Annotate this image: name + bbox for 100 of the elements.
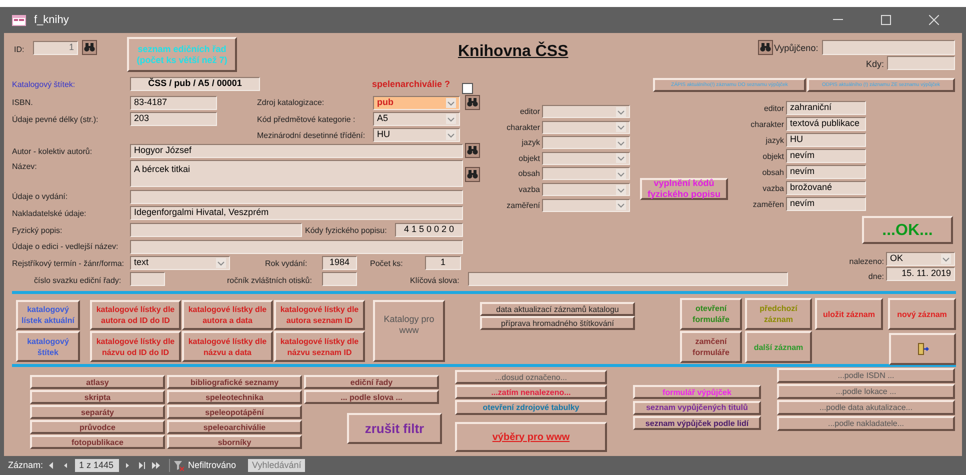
text-field[interactable]: Idegenforgalmi Hivatal, Veszprém: [130, 206, 463, 220]
button[interactable]: data aktualizací záznamů katalogu: [480, 302, 635, 316]
last-record-icon[interactable]: [137, 460, 148, 472]
button[interactable]: seznam vypůjčených titulů: [633, 400, 761, 414]
button[interactable]: sborníky: [167, 435, 302, 449]
button[interactable]: bibliografické seznamy: [167, 375, 302, 389]
combo-box[interactable]: OK: [886, 252, 955, 266]
button[interactable]: Katalogy pro www: [373, 300, 445, 362]
field-label: vazba: [762, 183, 784, 194]
combo-box[interactable]: [542, 120, 630, 134]
combo-box[interactable]: [542, 136, 630, 150]
text-field[interactable]: zahraniční: [786, 101, 866, 115]
field-label: Údaje o edici - vedlejší název:: [12, 241, 118, 252]
catalog-label-field[interactable]: ČSS / pub / A5 / 00001: [130, 77, 260, 91]
button[interactable]: ...podle ISDN ...: [777, 368, 955, 383]
button[interactable]: speleopotápění: [167, 405, 302, 419]
button[interactable]: speleoarchiválie: [167, 420, 302, 434]
text-field[interactable]: [822, 40, 955, 55]
button[interactable]: příprava hromadného štítkování: [480, 316, 635, 330]
text-field[interactable]: nevím: [786, 197, 866, 211]
text-field[interactable]: [130, 272, 165, 286]
exit-button[interactable]: [889, 333, 956, 365]
binoculars-icon[interactable]: [465, 143, 480, 158]
text-field[interactable]: 1: [425, 256, 461, 270]
new-record-icon[interactable]: [151, 460, 162, 472]
text-field[interactable]: [130, 223, 302, 237]
text-field[interactable]: HU: [786, 133, 866, 147]
id-field[interactable]: 1: [33, 41, 78, 55]
button[interactable]: katalogové lístky dle názvu od ID do ID: [90, 331, 181, 362]
button[interactable]: ...podle nakladatele...: [777, 416, 955, 431]
button[interactable]: separáty: [30, 405, 165, 419]
combo-box[interactable]: [542, 105, 630, 118]
field-label: charakter: [506, 122, 540, 133]
search-field[interactable]: Vyhledávání: [248, 459, 306, 472]
combo-box[interactable]: A5: [373, 112, 460, 126]
button[interactable]: ...dosud označeno...: [455, 370, 607, 384]
door-icon: [916, 342, 928, 356]
text-field[interactable]: [322, 272, 357, 286]
binoculars-icon[interactable]: [82, 40, 97, 55]
field-label: nalezeno:: [849, 256, 884, 267]
field-label: Rejstříkový termín - žánr/forma:: [12, 258, 124, 269]
button[interactable]: zamčení formuláře: [680, 331, 742, 363]
combo-box[interactable]: text: [130, 256, 230, 270]
text-field[interactable]: [887, 56, 955, 70]
combo-box[interactable]: HU: [373, 128, 460, 142]
button[interactable]: katalogové lístky dle autora a data: [182, 300, 273, 330]
binoculars-icon[interactable]: [758, 40, 773, 55]
button[interactable]: speleotechnika: [167, 390, 302, 404]
record-label: Záznam:: [8, 458, 44, 472]
text-field[interactable]: [130, 190, 463, 204]
binoculars-icon[interactable]: [465, 95, 480, 110]
button[interactable]: výběry pro www: [455, 422, 607, 452]
text-field[interactable]: nevím: [786, 165, 866, 179]
button[interactable]: nový záznam: [888, 298, 956, 330]
text-field[interactable]: [468, 272, 788, 286]
button[interactable]: ...podle data akutalizace...: [777, 400, 955, 415]
binoculars-icon[interactable]: [465, 167, 480, 182]
combo-box[interactable]: [542, 198, 630, 212]
field-label: zaměření: [506, 200, 540, 211]
combo-box[interactable]: [542, 167, 630, 180]
button[interactable]: ...podle lokace ...: [777, 384, 955, 399]
checkbox[interactable]: [462, 83, 473, 94]
text-field[interactable]: nevím: [786, 149, 866, 163]
text-field[interactable]: Hogyor József: [130, 144, 463, 158]
button[interactable]: katalogové lístky dle autora od ID do ID: [90, 300, 181, 330]
form-icon: [12, 14, 26, 26]
button[interactable]: seznam výpůjček podle lidí: [633, 416, 761, 430]
button[interactable]: ...zatím nenalezeno...: [455, 385, 607, 399]
button[interactable]: katalogové lístky dle názvu a data: [182, 331, 273, 362]
button[interactable]: zrušit filtr: [347, 413, 442, 444]
button[interactable]: katalogové lístky dle autora seznam ID: [274, 300, 365, 330]
field-label: dne:: [868, 271, 884, 282]
button[interactable]: ediční řady: [304, 375, 439, 389]
text-field[interactable]: [130, 240, 463, 254]
button[interactable]: katalogový štítek: [16, 331, 80, 362]
text-field[interactable]: 203: [130, 112, 217, 126]
button[interactable]: průvodce: [30, 420, 165, 434]
field-label: zaměřen: [752, 199, 784, 210]
text-field[interactable]: brožované: [786, 181, 866, 195]
button[interactable]: katalogové lístky dle názvu seznam ID: [274, 331, 365, 362]
combo-box[interactable]: [542, 152, 630, 165]
button[interactable]: uložit záznam: [815, 298, 883, 330]
button[interactable]: katalogový lístek aktuální: [16, 300, 80, 330]
text-field[interactable]: 1984: [322, 256, 357, 270]
button[interactable]: otevření zdrojové tabulky: [455, 400, 607, 415]
text-field[interactable]: 83-4187: [130, 96, 217, 110]
button[interactable]: skripta: [30, 390, 165, 404]
text-field[interactable]: 15. 11. 2019: [886, 267, 955, 281]
field-label: Název:: [12, 161, 37, 172]
button[interactable]: ... podle slova ...: [304, 390, 439, 404]
record-position-field[interactable]: 1 z 1445: [75, 459, 120, 472]
text-field[interactable]: A bércek titkai: [130, 160, 463, 187]
text-field[interactable]: textová publikace: [786, 117, 866, 131]
field-label: charakter: [750, 119, 784, 130]
combo-box[interactable]: pub: [373, 96, 460, 110]
filter-toggle[interactable]: Nefiltrováno: [169, 458, 240, 472]
button[interactable]: fotopublikace: [30, 435, 165, 449]
button[interactable]: atlasy: [30, 375, 165, 389]
combo-box[interactable]: [542, 183, 630, 196]
text-field[interactable]: 4 1 5 0 0 2 0: [395, 223, 463, 237]
